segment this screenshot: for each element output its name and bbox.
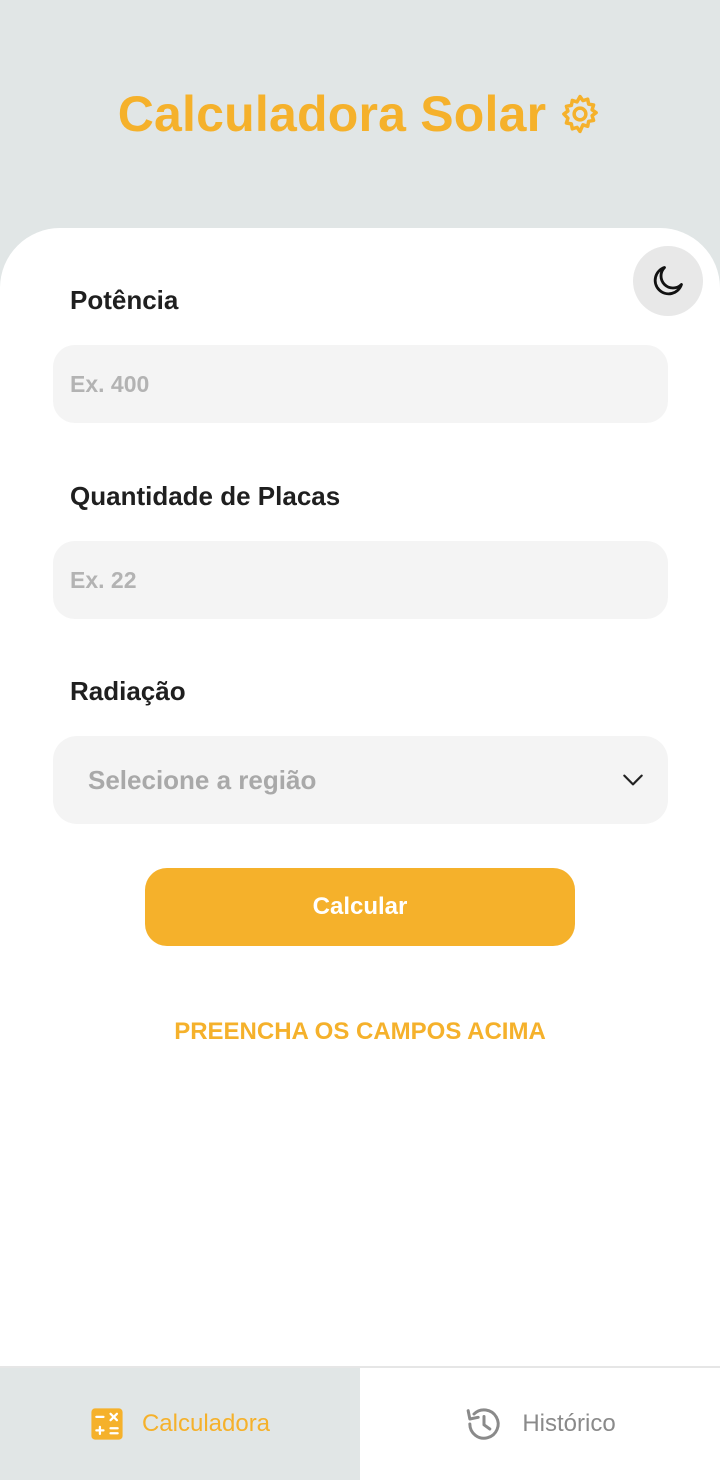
power-input-container <box>53 345 668 423</box>
tab-calculadora[interactable]: Calculadora <box>0 1368 360 1480</box>
header: Calculadora Solar <box>0 0 720 228</box>
region-select[interactable]: Selecione a região <box>53 736 668 824</box>
header-title-group: Calculadora Solar <box>118 85 603 143</box>
region-select-value: Selecione a região <box>88 764 317 795</box>
calculator-icon <box>91 1408 123 1440</box>
history-icon <box>466 1408 500 1440</box>
gear-icon <box>562 94 599 134</box>
theme-toggle-button[interactable] <box>633 246 703 316</box>
page-title: Calculadora Solar <box>117 86 547 142</box>
tab-calculadora-label: Calculadora <box>141 1410 271 1437</box>
panels-label: Quantidade de Placas <box>70 481 341 511</box>
power-input[interactable] <box>53 345 668 423</box>
calculate-button[interactable]: Calcular <box>145 868 575 946</box>
moon-icon <box>653 266 683 296</box>
tab-historico[interactable]: Histórico <box>360 1368 720 1480</box>
radiation-label: Radiação <box>70 676 186 706</box>
app-root: Calculadora Solar Potência Quantidade de… <box>0 0 720 1480</box>
tab-historico-label: Histórico <box>522 1410 616 1437</box>
panels-input-container <box>53 541 668 619</box>
power-label: Potência <box>70 285 179 315</box>
bottom-nav: Calculadora Histórico <box>0 1366 720 1480</box>
panels-input[interactable] <box>53 541 668 619</box>
chevron-down-icon <box>623 774 643 786</box>
status-message: PREENCHA OS CAMPOS ACIMA <box>174 1018 546 1045</box>
